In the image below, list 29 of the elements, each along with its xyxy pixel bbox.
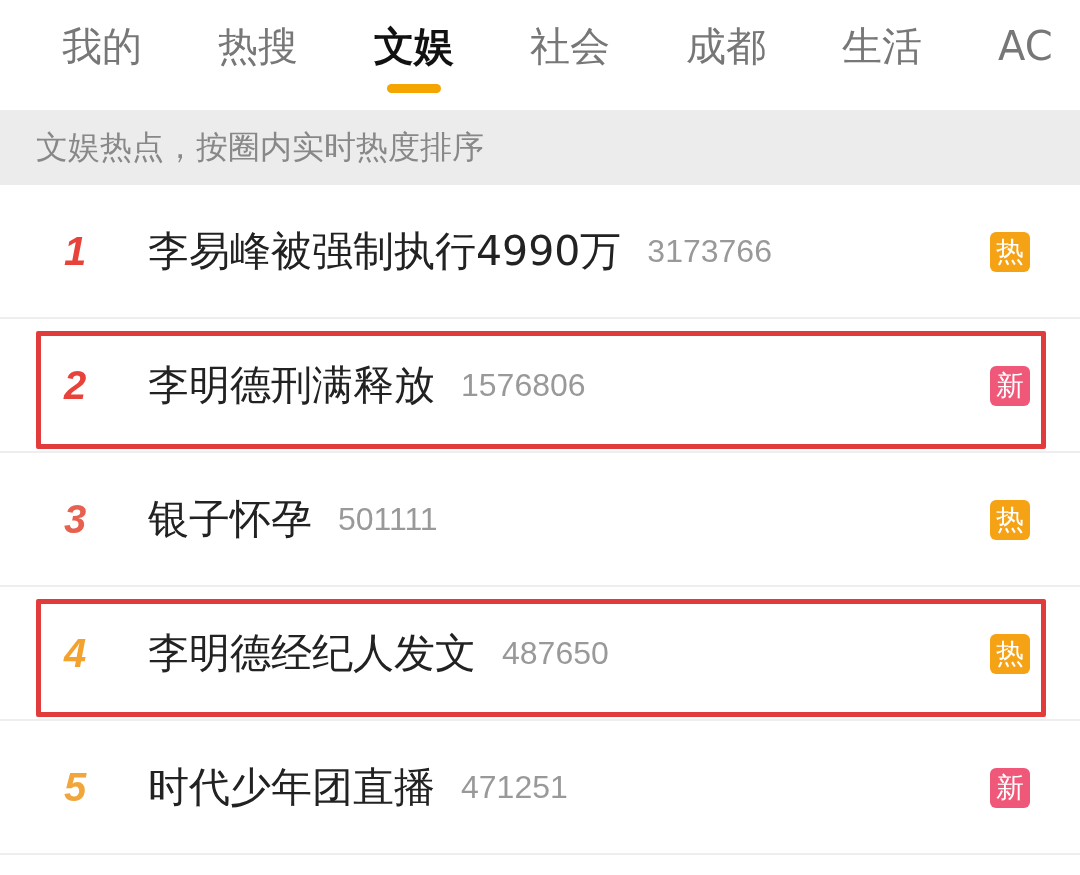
- active-tab-indicator: [387, 84, 441, 93]
- topic-badge: 热: [990, 232, 1030, 272]
- tab[interactable]: 热搜: [218, 0, 298, 82]
- topic-title[interactable]: 李易峰被强制执行4990万: [148, 223, 622, 279]
- tab[interactable]: 生活: [842, 0, 922, 82]
- topic-badge: 热: [990, 500, 1030, 540]
- heat-count: 471251: [461, 768, 568, 806]
- heat-count: 1576806: [461, 366, 586, 404]
- rank-number: 5: [63, 764, 88, 810]
- topic-badge: 热: [990, 634, 1030, 674]
- heat-count: 501111: [338, 500, 438, 538]
- topic-badge: 新: [990, 768, 1030, 808]
- tab[interactable]: 我的: [62, 0, 142, 82]
- tab[interactable]: 社会: [530, 0, 610, 82]
- heat-count: 3173766: [647, 232, 772, 270]
- rank-number: 4: [62, 630, 88, 676]
- topic-title[interactable]: 李明德刑满释放: [148, 357, 435, 413]
- rank-number: 1: [63, 228, 88, 274]
- topic-title[interactable]: 银子怀孕: [148, 491, 312, 547]
- rank-number: 2: [62, 362, 88, 408]
- topic-title[interactable]: 时代少年团直播: [148, 759, 435, 815]
- tab[interactable]: AC: [998, 0, 1053, 82]
- tab[interactable]: 成都: [686, 0, 766, 82]
- topic-badge: 新: [990, 366, 1030, 406]
- rank-number: 3: [63, 496, 88, 542]
- tab[interactable]: 文娱: [374, 0, 454, 82]
- section-description: 文娱热点，按圈内实时热度排序: [36, 126, 484, 168]
- heat-count: 487650: [502, 634, 609, 672]
- topic-title[interactable]: 李明德经纪人发文: [148, 625, 476, 681]
